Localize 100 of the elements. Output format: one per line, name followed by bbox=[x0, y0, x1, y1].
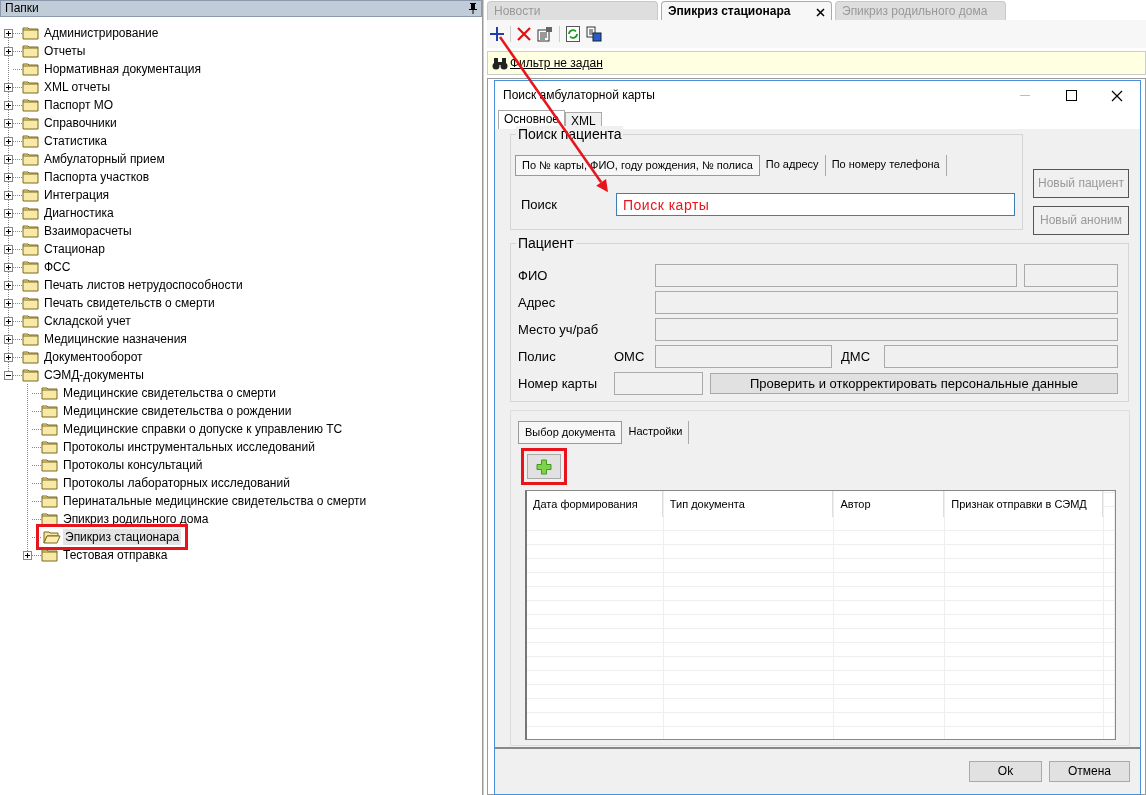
expand-icon[interactable] bbox=[4, 244, 13, 254]
field-label: ОМС bbox=[614, 348, 646, 365]
column-header[interactable]: Автор bbox=[834, 491, 945, 518]
pin-icon[interactable] bbox=[469, 3, 477, 14]
tree-item[interactable]: Отчеты bbox=[42, 42, 88, 60]
column-header[interactable]: Дата формирования bbox=[527, 491, 663, 518]
tree-item[interactable]: Медицинские свидетельства о смерти bbox=[61, 384, 278, 402]
properties-icon[interactable] bbox=[537, 26, 553, 42]
search-field[interactable]: Поиск карты bbox=[616, 193, 1015, 217]
refresh-icon[interactable] bbox=[566, 26, 580, 42]
tree-item[interactable]: Эпикриз родильного дома bbox=[61, 510, 211, 528]
tree-item[interactable]: Паспорт МО bbox=[42, 96, 116, 114]
panel-title: Папки bbox=[5, 1, 39, 16]
field-label: Адрес bbox=[518, 294, 557, 311]
folder-icon bbox=[22, 296, 40, 310]
tab[interactable]: По № карты, ФИО, году рождения, № полиса bbox=[515, 155, 760, 177]
folder-icon bbox=[22, 62, 40, 76]
tree-item[interactable]: Паспорта участков bbox=[42, 168, 152, 186]
tree-item[interactable]: Медицинские свидетельства о рождении bbox=[61, 402, 294, 420]
folder-icon bbox=[22, 98, 40, 112]
tree-item[interactable]: Протоколы инструментальных исследований bbox=[61, 438, 317, 456]
document-tab[interactable]: Эпикриз стационара bbox=[661, 1, 832, 20]
expand-icon[interactable] bbox=[4, 208, 13, 218]
tree-item[interactable]: Медицинские назначения bbox=[42, 330, 189, 348]
tree-item[interactable]: Протоколы лабораторных исследований bbox=[61, 474, 292, 492]
tree-item[interactable]: Стационар bbox=[42, 240, 107, 258]
tree-item[interactable]: Печать свидетельств о смерти bbox=[42, 294, 217, 312]
folder-icon bbox=[22, 206, 40, 220]
tree-item[interactable]: Справочники bbox=[42, 114, 119, 132]
expand-icon[interactable] bbox=[4, 118, 13, 128]
expand-icon[interactable] bbox=[4, 334, 13, 344]
tree-item[interactable]: XML отчеты bbox=[42, 78, 113, 96]
tree-item[interactable]: Нормативная документация bbox=[42, 60, 203, 78]
expand-icon[interactable] bbox=[4, 154, 13, 164]
field-label: Полис bbox=[518, 348, 557, 365]
close-icon bbox=[816, 7, 825, 17]
folder-icon bbox=[41, 512, 59, 526]
expand-icon[interactable] bbox=[4, 352, 13, 362]
expand-icon[interactable] bbox=[4, 82, 13, 92]
minimize-icon bbox=[1020, 94, 1030, 97]
tree-item[interactable]: Перинатальные медицинские свидетельства о смерти bbox=[61, 492, 369, 510]
tree-item[interactable]: ФСС bbox=[42, 258, 73, 276]
collapse-icon[interactable] bbox=[4, 370, 13, 380]
window-title: Поиск амбулаторной карты bbox=[503, 88, 655, 103]
close-icon bbox=[1111, 89, 1123, 102]
folder-icon bbox=[22, 260, 40, 274]
tree-item[interactable]: Тестовая отправка bbox=[61, 546, 170, 564]
expand-icon[interactable] bbox=[23, 550, 32, 560]
folder-icon bbox=[41, 422, 59, 436]
tab[interactable]: Настройки bbox=[622, 421, 690, 445]
folder-icon bbox=[41, 458, 59, 472]
folder-icon bbox=[22, 134, 40, 148]
field-label: Номер карты bbox=[518, 375, 599, 392]
expand-icon[interactable] bbox=[4, 190, 13, 200]
folder-icon bbox=[41, 386, 59, 400]
dialog-button[interactable]: Отмена bbox=[1049, 761, 1130, 782]
tree-item[interactable]: Статистика bbox=[42, 132, 110, 150]
column-header[interactable]: Тип документа bbox=[663, 491, 834, 518]
folder-icon bbox=[22, 188, 40, 202]
folder-icon bbox=[41, 548, 59, 562]
folder-icon bbox=[22, 224, 40, 238]
tree-item[interactable]: СЭМД-документы bbox=[42, 366, 146, 384]
tree-item[interactable]: Амбулаторный прием bbox=[42, 150, 167, 168]
expand-icon[interactable] bbox=[4, 28, 13, 38]
folder-icon bbox=[41, 494, 59, 508]
field-label: ДМС bbox=[841, 348, 872, 365]
folder-icon bbox=[22, 170, 40, 184]
field-label: Поиск bbox=[521, 196, 559, 213]
tree-item[interactable]: Диагностика bbox=[42, 204, 116, 222]
tab-label: Эпикриз родильного дома bbox=[842, 3, 988, 19]
tree-item[interactable]: Документооборот bbox=[42, 348, 145, 366]
delete-icon[interactable] bbox=[517, 27, 531, 41]
dialog-button[interactable]: Ok bbox=[969, 761, 1042, 782]
tree-item[interactable]: Протоколы консультаций bbox=[61, 456, 205, 474]
tree-item[interactable]: Интеграция bbox=[42, 186, 112, 204]
tree-item[interactable]: Складской учет bbox=[42, 312, 133, 330]
folder-icon bbox=[22, 278, 40, 292]
folder-icon bbox=[41, 404, 59, 418]
tab[interactable]: Выбор документа bbox=[518, 421, 623, 445]
expand-icon[interactable] bbox=[4, 316, 13, 326]
tree-item[interactable]: Взаиморасчеты bbox=[42, 222, 134, 240]
column-header[interactable]: Признак отправки в СЭМД bbox=[945, 491, 1103, 518]
expand-icon[interactable] bbox=[4, 172, 13, 182]
folder-icon bbox=[22, 26, 40, 40]
expand-icon[interactable] bbox=[4, 226, 13, 236]
tree-item[interactable]: Эпикриз стационара bbox=[63, 528, 182, 546]
expand-icon[interactable] bbox=[4, 100, 13, 110]
add-icon[interactable] bbox=[490, 27, 504, 41]
tree-item[interactable]: Администрирование bbox=[42, 24, 161, 42]
expand-icon[interactable] bbox=[4, 262, 13, 272]
expand-icon[interactable] bbox=[4, 280, 13, 290]
export-icon[interactable] bbox=[586, 26, 602, 42]
field-label: Место уч/раб bbox=[518, 321, 600, 338]
expand-icon[interactable] bbox=[4, 46, 13, 56]
expand-icon[interactable] bbox=[4, 298, 13, 308]
maximize-icon bbox=[1065, 90, 1077, 101]
tree-item[interactable]: Медицинские справки о допуске к управлению ТС bbox=[61, 420, 345, 438]
tab-label: Новости bbox=[494, 3, 541, 19]
tree-item[interactable]: Печать листов нетрудоспособности bbox=[42, 276, 245, 294]
expand-icon[interactable] bbox=[4, 136, 13, 146]
